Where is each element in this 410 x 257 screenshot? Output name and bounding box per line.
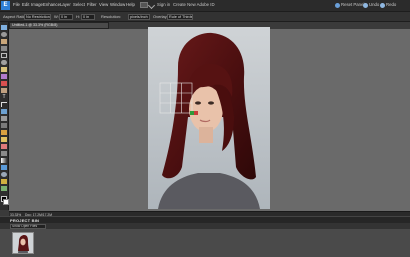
menu-select[interactable]: Select [73, 2, 85, 7]
photo-canvas[interactable] [148, 27, 270, 209]
tool-options-bar: Aspect Ratio: No Restriction W: 0 in H: … [0, 12, 410, 22]
overlay-label: Overlay: [153, 13, 168, 19]
portrait-photo [148, 27, 270, 209]
zoom-tool-icon[interactable] [1, 32, 7, 37]
marquee-tool-icon[interactable] [1, 53, 7, 58]
menu-edit[interactable]: Edit [22, 2, 29, 7]
gradient-tool-icon[interactable] [1, 158, 7, 163]
crop-commit-icon [190, 111, 194, 115]
shape-tool-icon[interactable] [1, 165, 7, 170]
aspect-ratio-select[interactable]: No Restriction [24, 13, 51, 20]
pencil-tool-icon[interactable] [1, 137, 7, 142]
magic-wand-tool-icon[interactable] [1, 67, 7, 72]
lasso-tool-icon[interactable] [1, 60, 7, 65]
height-label: H: [76, 13, 80, 19]
crop-tool-icon[interactable] [1, 102, 7, 107]
create-account-link[interactable]: Create New Adobe ID [173, 2, 215, 7]
resolution-label: Resolution: [101, 13, 122, 19]
menu-enhance[interactable]: Enhance [43, 2, 60, 7]
spot-healing-tool-icon[interactable] [1, 88, 7, 93]
reset-panels-icon[interactable] [335, 3, 340, 8]
cookie-cutter-tool-icon[interactable] [1, 116, 7, 121]
blur-tool-icon[interactable] [1, 172, 7, 177]
width-field[interactable]: 0 in [59, 13, 73, 20]
project-bin-content [0, 229, 410, 257]
crop-cancel-icon [194, 111, 198, 115]
redo-icon[interactable] [380, 3, 385, 8]
eyedropper-tool-icon[interactable] [1, 46, 7, 51]
undo-icon[interactable] [363, 3, 368, 8]
chevron-down-icon[interactable] [147, 1, 156, 10]
quick-selection-tool-icon[interactable] [1, 74, 7, 79]
toolbox: T [0, 22, 9, 210]
red-eye-tool-icon[interactable] [1, 81, 7, 86]
document-tab[interactable]: Untitled-1 @ 33.3% (RGB/8) [9, 22, 109, 29]
menu-layer[interactable]: Layer [60, 2, 71, 7]
recompose-tool-icon[interactable] [1, 109, 7, 114]
resolution-unit-select[interactable]: pixels/inch [128, 13, 150, 20]
menu-help[interactable]: Help [126, 2, 135, 7]
overlay-select[interactable]: Rule of Thirds [167, 13, 193, 20]
menu-file[interactable]: File [13, 2, 20, 7]
sign-in-link[interactable]: Sign in [157, 2, 170, 7]
paint-bucket-tool-icon[interactable] [1, 151, 7, 156]
menu-window[interactable]: Window [110, 2, 125, 7]
move-tool-icon[interactable] [1, 25, 7, 30]
brush-tool-icon[interactable] [1, 130, 7, 135]
eraser-tool-icon[interactable] [1, 144, 7, 149]
menu-bar: E File Edit Image Enhance Layer Select F… [0, 0, 410, 12]
sponge-tool-icon[interactable] [1, 179, 7, 184]
redo-button[interactable]: Redo [386, 2, 396, 7]
menu-filter[interactable]: Filter [87, 2, 97, 7]
undo-button[interactable]: Undo [369, 2, 379, 7]
clone-stamp-tool-icon[interactable] [1, 186, 7, 191]
straighten-tool-icon[interactable] [1, 123, 7, 128]
app-logo: E [1, 1, 10, 10]
menu-image[interactable]: Image [31, 2, 43, 7]
thumbnail-portrait [13, 233, 33, 253]
type-tool-icon[interactable]: T [1, 95, 7, 100]
menu-view[interactable]: View [99, 2, 108, 7]
height-field[interactable]: 0 in [81, 13, 95, 20]
hand-tool-icon[interactable] [1, 39, 7, 44]
open-file-thumbnail[interactable] [12, 232, 34, 254]
show-files-select[interactable]: Show Open Files [10, 223, 46, 229]
